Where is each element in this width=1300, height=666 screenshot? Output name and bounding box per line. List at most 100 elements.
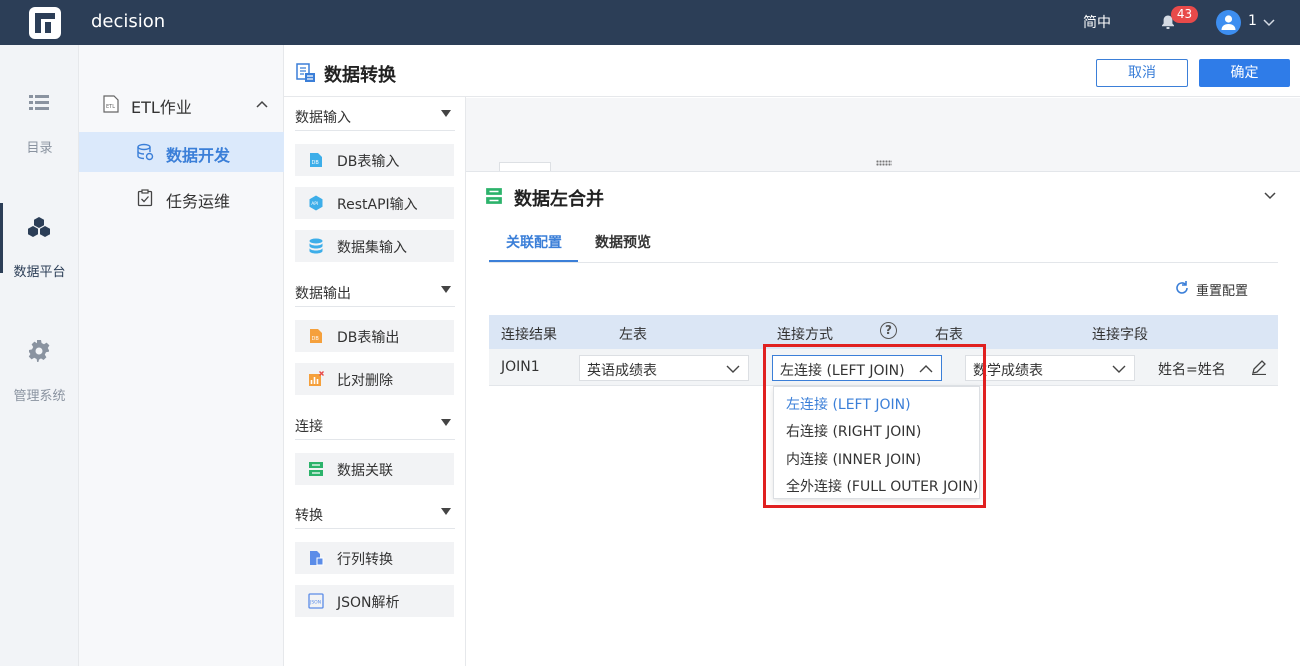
- join-type-select[interactable]: 左连接 (LEFT JOIN): [772, 355, 942, 381]
- column-header: 左表: [619, 327, 647, 343]
- flow-canvas[interactable]: [466, 98, 1300, 172]
- resize-grip-icon[interactable]: [876, 160, 892, 166]
- nav-item-catalog[interactable]: 目录: [0, 91, 79, 191]
- chevron-down-icon: [726, 365, 740, 373]
- palette-item-label: JSON解析: [337, 595, 400, 611]
- palette-item-label: 数据集输入: [337, 240, 407, 256]
- palette-item-label: DB表输出: [337, 330, 400, 346]
- join-option-inner[interactable]: 内连接 (INNER JOIN): [786, 449, 921, 469]
- join-option-full-outer[interactable]: 全外连接 (FULL OUTER JOIN): [786, 476, 978, 496]
- refresh-icon: [1176, 281, 1188, 294]
- right-table-select[interactable]: 数学成绩表: [965, 355, 1135, 381]
- column-header: 右表: [935, 327, 963, 343]
- join-type-dropdown: 左连接 (LEFT JOIN) 右连接 (RIGHT JOIN) 内连接 (IN…: [773, 386, 980, 499]
- reset-config-label: 重置配置: [1196, 284, 1249, 299]
- chevron-down-icon[interactable]: [1263, 188, 1277, 202]
- nav-item-data-platform[interactable]: 数据平台: [0, 203, 79, 315]
- table-header: 连接结果 左表 连接方式 ? 右表 连接字段: [489, 315, 1278, 349]
- palette-section-transform[interactable]: 转换: [295, 495, 455, 529]
- column-header: 连接字段: [1092, 327, 1148, 343]
- join-field-cell: 姓名=姓名: [1158, 362, 1226, 378]
- help-icon[interactable]: ?: [880, 322, 897, 339]
- database-icon: [137, 143, 154, 161]
- transform-icon: [296, 63, 315, 82]
- tree-item-label: 数据开发: [166, 146, 231, 165]
- palette-section-title: 数据输出: [295, 286, 351, 302]
- caret-down-icon[interactable]: [441, 419, 451, 426]
- app-logo-icon[interactable]: [29, 7, 61, 39]
- chevron-down-icon[interactable]: [1262, 15, 1276, 29]
- palette-section-join[interactable]: 连接: [295, 406, 455, 440]
- user-name[interactable]: 1: [1248, 13, 1257, 29]
- chevron-up-icon[interactable]: [255, 97, 269, 111]
- notification-badge: 43: [1171, 6, 1198, 23]
- tree-group-etl[interactable]: ETL ETL作业: [79, 91, 284, 117]
- palette-item-restapi-input[interactable]: API RestAPI输入: [295, 187, 454, 219]
- palette-section-input[interactable]: 数据输入: [295, 97, 455, 131]
- active-tab-indicator: [489, 260, 578, 262]
- caret-down-icon[interactable]: [441, 110, 451, 117]
- left-table-value: 英语成绩表: [587, 363, 657, 379]
- svg-text:ETL: ETL: [106, 104, 115, 110]
- tree-item-task-ops[interactable]: 任务运维: [79, 178, 284, 218]
- column-header: 连接结果: [501, 327, 557, 343]
- palette-section-output[interactable]: 数据输出: [295, 273, 455, 307]
- user-icon: [1221, 15, 1236, 30]
- palette-item-label: DB表输入: [337, 154, 400, 170]
- component-palette: 数据输入 DB DB表输入 API RestAPI输入 数据集输入 数据输出 D…: [284, 97, 466, 666]
- config-title: 数据左合并: [514, 189, 604, 210]
- list-icon: [29, 95, 49, 110]
- palette-item-json[interactable]: JSON JSON解析: [295, 585, 454, 617]
- reset-config-button[interactable]: 重置配置: [1176, 280, 1249, 299]
- join-type-value: 左连接 (LEFT JOIN): [780, 363, 905, 379]
- data-join-icon: [309, 462, 323, 476]
- right-table-value: 数学成绩表: [973, 363, 1043, 379]
- db-output-icon: DB: [310, 329, 322, 343]
- join-option-right[interactable]: 右连接 (RIGHT JOIN): [786, 421, 921, 441]
- tree-item-data-dev[interactable]: 数据开发: [79, 132, 284, 172]
- cancel-button[interactable]: 取消: [1096, 59, 1188, 87]
- palette-item-dataset-input[interactable]: 数据集输入: [295, 230, 454, 262]
- json-icon: JSON: [308, 593, 324, 609]
- left-table-select[interactable]: 英语成绩表: [579, 355, 749, 381]
- palette-item-db-output[interactable]: DB DB表输出: [295, 320, 454, 352]
- palette-item-data-join[interactable]: 数据关联: [295, 453, 454, 485]
- nav-item-management[interactable]: 管理系统: [0, 339, 79, 439]
- data-join-icon: [486, 188, 502, 204]
- gear-icon: [28, 340, 50, 362]
- palette-section-title: 转换: [295, 508, 323, 524]
- svg-text:JSON: JSON: [309, 600, 321, 606]
- db-input-icon: DB: [310, 153, 322, 167]
- edit-pencil-icon[interactable]: [1251, 359, 1267, 375]
- tab-join-config[interactable]: 关联配置: [506, 232, 562, 252]
- palette-item-compare-delete[interactable]: 比对删除: [295, 363, 454, 395]
- palette-item-db-input[interactable]: DB DB表输入: [295, 144, 454, 176]
- caret-down-icon[interactable]: [441, 286, 451, 293]
- column-header: 连接方式: [777, 327, 833, 343]
- dataset-icon: [309, 238, 323, 254]
- palette-item-label: RestAPI输入: [337, 197, 418, 213]
- chevron-down-icon: [1112, 365, 1126, 373]
- language-switch[interactable]: 简中: [1083, 12, 1111, 32]
- table-row: JOIN1 英语成绩表 左连接 (LEFT JOIN) 数学成绩表 姓名=姓名: [489, 349, 1278, 386]
- svg-text:API: API: [311, 201, 318, 207]
- caret-down-icon[interactable]: [441, 508, 451, 515]
- tree-group-label: ETL作业: [131, 98, 192, 117]
- nav-label: 数据平台: [13, 265, 66, 280]
- tab-data-preview[interactable]: 数据预览: [595, 232, 651, 252]
- nav-label: 目录: [26, 141, 53, 156]
- confirm-button[interactable]: 确定: [1199, 59, 1290, 87]
- page-header: 数据转换 取消 确定: [284, 45, 1300, 97]
- palette-section-title: 连接: [295, 419, 323, 435]
- palette-item-label: 比对删除: [337, 373, 393, 389]
- palette-item-label: 行列转换: [337, 552, 393, 568]
- user-avatar[interactable]: [1216, 10, 1241, 35]
- left-nav: 目录 数据平台 管理系统: [0, 45, 79, 666]
- palette-item-label: 数据关联: [337, 463, 393, 479]
- join-option-left[interactable]: 左连接 (LEFT JOIN): [786, 394, 911, 414]
- join-result-cell: JOIN1: [501, 359, 540, 375]
- palette-item-row-col[interactable]: 行列转换: [295, 542, 454, 574]
- api-icon: API: [309, 195, 323, 211]
- svg-text:DB: DB: [312, 336, 320, 342]
- config-tabs: 关联配置 数据预览: [489, 222, 1278, 263]
